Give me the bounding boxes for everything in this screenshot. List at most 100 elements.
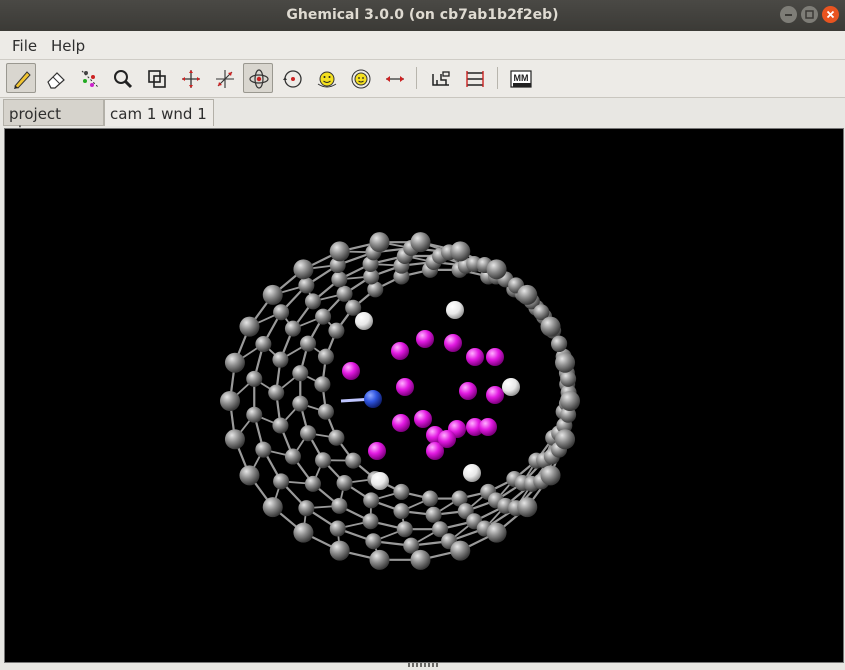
carbon-atom[interactable] xyxy=(345,452,362,469)
carbon-atom[interactable] xyxy=(393,483,410,500)
orbit-xy-tool-button[interactable] xyxy=(243,63,273,93)
select-tool-button[interactable] xyxy=(74,63,104,93)
orbit-z-tool-button[interactable] xyxy=(277,63,307,93)
carbon-atom[interactable] xyxy=(486,259,507,280)
carbon-atom[interactable] xyxy=(220,391,240,411)
carbon-atom[interactable] xyxy=(410,549,431,570)
hydrogen-atom[interactable] xyxy=(355,312,373,330)
carbon-atom[interactable] xyxy=(300,425,317,442)
dummy-atom[interactable] xyxy=(391,342,409,360)
carbon-atom[interactable] xyxy=(486,522,507,543)
dummy-atom[interactable] xyxy=(368,442,386,460)
carbon-atom[interactable] xyxy=(315,452,332,469)
translate-z-tool-button[interactable] xyxy=(209,63,239,93)
hydrogen-atom[interactable] xyxy=(463,464,481,482)
hydrogen-atom[interactable] xyxy=(446,301,464,319)
dummy-atom[interactable] xyxy=(459,382,477,400)
carbon-atom[interactable] xyxy=(560,370,577,387)
menu-file[interactable]: File xyxy=(12,37,37,55)
carbon-atom[interactable] xyxy=(239,465,260,486)
carbon-atom[interactable] xyxy=(273,473,290,490)
carbon-atom[interactable] xyxy=(293,522,314,543)
carbon-atom[interactable] xyxy=(425,506,442,523)
element-tool-button[interactable] xyxy=(425,63,455,93)
carbon-atom[interactable] xyxy=(298,500,315,517)
carbon-atom[interactable] xyxy=(329,520,346,537)
carbon-atom[interactable] xyxy=(396,521,413,538)
carbon-atom[interactable] xyxy=(517,497,538,518)
menu-help[interactable]: Help xyxy=(51,37,85,55)
carbon-atom[interactable] xyxy=(246,406,263,423)
dummy-atom[interactable] xyxy=(479,418,497,436)
dummy-atom[interactable] xyxy=(438,430,456,448)
measure-tool-button[interactable] xyxy=(379,63,409,93)
carbon-atom[interactable] xyxy=(393,503,410,520)
rotate-z-tool-button[interactable] xyxy=(345,63,375,93)
dummy-atom[interactable] xyxy=(466,348,484,366)
carbon-atom[interactable] xyxy=(540,316,561,337)
carbon-atom[interactable] xyxy=(329,540,350,561)
carbon-atom[interactable] xyxy=(555,429,576,450)
carbon-atom[interactable] xyxy=(262,497,283,518)
carbon-atom[interactable] xyxy=(345,299,362,316)
dummy-atom[interactable] xyxy=(392,414,410,432)
resize-handle[interactable] xyxy=(408,663,440,667)
carbon-atom[interactable] xyxy=(555,352,576,373)
carbon-atom[interactable] xyxy=(329,241,350,262)
carbon-atom[interactable] xyxy=(315,308,332,325)
carbon-atom[interactable] xyxy=(304,293,321,310)
carbon-atom[interactable] xyxy=(255,336,272,353)
carbon-atom[interactable] xyxy=(336,475,353,492)
carbon-atom[interactable] xyxy=(255,441,272,458)
carbon-atom[interactable] xyxy=(268,384,285,401)
carbon-atom[interactable] xyxy=(331,497,348,514)
draw-tool-button[interactable] xyxy=(6,63,36,93)
carbon-atom[interactable] xyxy=(273,304,290,321)
erase-tool-button[interactable] xyxy=(40,63,70,93)
tab-project-view[interactable]: project view xyxy=(3,99,104,141)
dummy-atom[interactable] xyxy=(486,348,504,366)
mm-tool-button[interactable]: MM xyxy=(505,63,535,93)
nitrogen-atom[interactable] xyxy=(364,390,382,408)
carbon-atom[interactable] xyxy=(551,336,568,353)
carbon-atom[interactable] xyxy=(317,403,334,420)
molecule-3d-viewport[interactable] xyxy=(4,128,844,663)
carbon-atom[interactable] xyxy=(450,540,471,561)
carbon-atom[interactable] xyxy=(262,284,283,305)
clipping-tool-button[interactable] xyxy=(141,63,171,93)
carbon-atom[interactable] xyxy=(298,277,315,294)
carbon-atom[interactable] xyxy=(292,395,309,412)
carbon-atom[interactable] xyxy=(369,549,390,570)
minimize-button[interactable] xyxy=(780,6,797,23)
carbon-atom[interactable] xyxy=(336,285,353,302)
rotate-xy-tool-button[interactable] xyxy=(311,63,341,93)
title-bar[interactable]: Ghemical 3.0.0 (on cb7ab1b2f2eb) xyxy=(0,0,845,31)
bondtype-tool-button[interactable] xyxy=(459,63,489,93)
translate-xy-tool-button[interactable] xyxy=(175,63,205,93)
carbon-atom[interactable] xyxy=(239,316,260,337)
dummy-atom[interactable] xyxy=(414,410,432,428)
close-button[interactable] xyxy=(822,6,839,23)
carbon-atom[interactable] xyxy=(540,465,561,486)
carbon-atom[interactable] xyxy=(365,533,382,550)
carbon-atom[interactable] xyxy=(284,448,301,465)
carbon-atom[interactable] xyxy=(272,351,289,368)
hydrogen-atom[interactable] xyxy=(502,378,520,396)
dummy-atom[interactable] xyxy=(444,334,462,352)
carbon-atom[interactable] xyxy=(450,241,471,262)
carbon-atom[interactable] xyxy=(328,429,345,446)
carbon-atom[interactable] xyxy=(284,320,301,337)
dummy-atom[interactable] xyxy=(416,330,434,348)
carbon-atom[interactable] xyxy=(300,335,317,352)
carbon-atom[interactable] xyxy=(363,492,380,509)
carbon-atom[interactable] xyxy=(328,322,345,339)
carbon-atom[interactable] xyxy=(272,417,289,434)
carbon-atom[interactable] xyxy=(246,370,263,387)
maximize-button[interactable] xyxy=(801,6,818,23)
carbon-atom[interactable] xyxy=(304,475,321,492)
carbon-atom[interactable] xyxy=(410,232,431,253)
carbon-atom[interactable] xyxy=(331,271,348,288)
carbon-atom[interactable] xyxy=(293,259,314,280)
tab-cam-1-wnd-1[interactable]: cam 1 wnd 1 xyxy=(104,99,214,126)
carbon-atom[interactable] xyxy=(314,376,331,393)
